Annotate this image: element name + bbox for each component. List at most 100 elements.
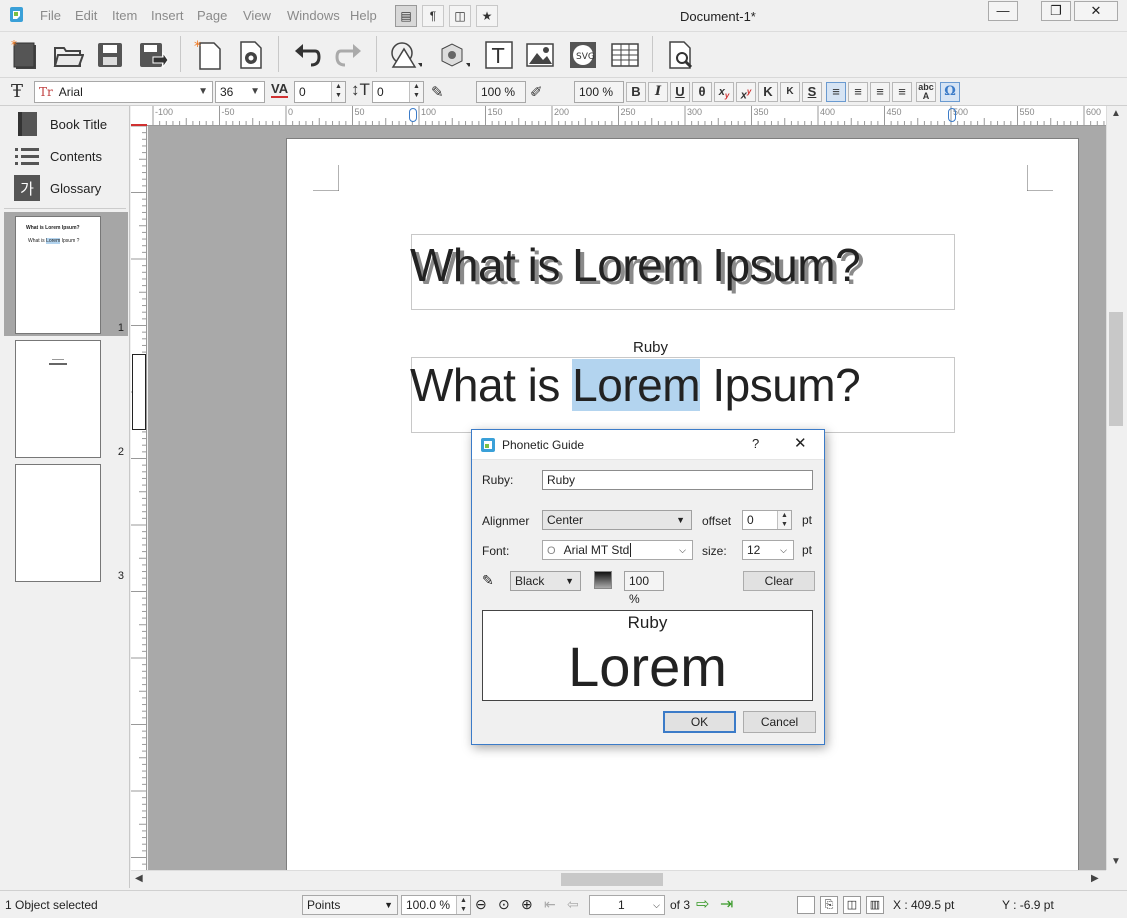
units-select[interactable]: Points ▼: [302, 895, 398, 915]
page-thumbnail-2[interactable]: 2: [4, 336, 128, 460]
tracking-input[interactable]: 0 ▲ ▼: [294, 81, 346, 103]
special-character-button[interactable]: Ω: [940, 82, 960, 102]
menu-item[interactable]: Item: [112, 8, 137, 23]
ruby-button[interactable]: abc A: [916, 82, 936, 102]
sidebar-item-book-title[interactable]: Book Title: [14, 110, 128, 138]
fill-color-picker-icon[interactable]: ✎: [431, 83, 444, 101]
first-page-icon[interactable]: ⇤: [544, 896, 556, 913]
font-size-select[interactable]: 36 ▼: [215, 81, 265, 103]
horizontal-ruler[interactable]: -100 -50 0 50 100 150 200 250 300 350 400 450 500 550…: [131, 106, 1106, 126]
subscript-button[interactable]: xy: [714, 82, 734, 102]
selected-text[interactable]: Lorem: [572, 359, 701, 411]
zoom-input[interactable]: 100.0 % ▲ ▼: [401, 895, 471, 915]
alignment-select[interactable]: Center ▼: [542, 510, 692, 530]
menu-insert[interactable]: Insert: [151, 8, 184, 23]
ruby-color-swatch[interactable]: [594, 571, 612, 589]
ruby-color-select[interactable]: Black ▼: [510, 571, 581, 591]
vertical-scrollbar[interactable]: ▲ ▼: [1106, 106, 1124, 870]
size-select[interactable]: 12 ⌵: [742, 540, 794, 560]
offset-input[interactable]: 0 ▲ ▼: [742, 510, 792, 530]
strikethrough-button[interactable]: θ: [692, 82, 712, 102]
redo-icon[interactable]: [332, 38, 366, 72]
zoom-in-icon[interactable]: ⊕: [521, 896, 533, 913]
align-justify-button[interactable]: ≡: [892, 82, 912, 102]
book-view-icon[interactable]: ⎘: [820, 896, 838, 914]
page-settings-icon[interactable]: [234, 38, 268, 72]
stroke-color-picker-icon[interactable]: ✐: [530, 83, 543, 101]
ruby-line-text[interactable]: What is Lorem Ipsum?: [410, 358, 861, 412]
preview-icon[interactable]: [664, 38, 698, 72]
zoom-out-icon[interactable]: ⊖: [475, 896, 487, 913]
bold-button[interactable]: B: [626, 82, 646, 102]
minimize-button[interactable]: —: [988, 1, 1018, 21]
fill-opacity-select[interactable]: 100 %: [476, 81, 526, 103]
page-number-select[interactable]: 1 ⌵: [589, 895, 665, 915]
media-3d-icon[interactable]: [436, 38, 470, 72]
open-folder-icon[interactable]: [51, 38, 85, 72]
right-indent-marker[interactable]: [948, 108, 956, 122]
zoom-spinner[interactable]: ▲ ▼: [456, 896, 470, 914]
baseline-input[interactable]: 0 ▲ ▼: [372, 81, 424, 103]
text-box-icon[interactable]: T: [482, 38, 516, 72]
scroll-right-icon[interactable]: ▶: [1091, 873, 1099, 884]
zoom-fit-icon[interactable]: ⊙: [498, 896, 510, 913]
ruby-color-picker-icon[interactable]: ✎: [482, 572, 494, 589]
menu-windows[interactable]: Windows: [287, 8, 340, 23]
page-thumbnail-1[interactable]: What is Lorem Ipsum? What is Lorem Ipsum…: [4, 212, 128, 336]
text-frame-heading[interactable]: What is Lorem Ipsum?: [410, 234, 955, 310]
undo-icon[interactable]: [290, 38, 324, 72]
align-center-button[interactable]: ≡: [848, 82, 868, 102]
last-page-icon[interactable]: ⇥: [720, 894, 733, 914]
close-icon[interactable]: ✕: [794, 434, 807, 452]
page-thumbnail-3[interactable]: 3: [4, 460, 128, 584]
bookmark-view-button[interactable]: ★: [476, 5, 498, 27]
new-page-icon[interactable]: *: [192, 38, 226, 72]
paragraph-marks-button[interactable]: ¶: [422, 5, 444, 27]
offset-spinner[interactable]: ▲ ▼: [777, 511, 791, 529]
tracking-spinner[interactable]: ▲ ▼: [331, 82, 345, 102]
vertical-scroll-thumb[interactable]: [1109, 312, 1123, 426]
help-button[interactable]: ?: [752, 436, 759, 451]
menu-edit[interactable]: Edit: [75, 8, 97, 23]
all-caps-button[interactable]: K: [758, 82, 778, 102]
left-indent-marker[interactable]: [409, 108, 417, 122]
menu-view[interactable]: View: [243, 8, 271, 23]
superscript-button[interactable]: xy: [736, 82, 756, 102]
vertical-ruler[interactable]: [131, 126, 147, 870]
font-select[interactable]: O Arial MT Std ⌵: [542, 540, 693, 560]
ruby-input[interactable]: Ruby: [542, 470, 813, 490]
menu-help[interactable]: Help: [350, 8, 377, 23]
sidebar-item-glossary[interactable]: 가 Glossary: [14, 174, 128, 202]
close-window-button[interactable]: ✕: [1074, 1, 1118, 21]
menu-file[interactable]: File: [40, 8, 61, 23]
stroke-opacity-select[interactable]: 100 %: [574, 81, 624, 103]
save-icon[interactable]: [93, 38, 127, 72]
spread-view-icon[interactable]: ◫: [843, 896, 861, 914]
table-icon[interactable]: [608, 38, 642, 72]
scroll-left-icon[interactable]: ◀: [135, 873, 143, 884]
image-icon[interactable]: [523, 38, 557, 72]
svg-icon[interactable]: SVG: [566, 38, 600, 72]
ok-button[interactable]: OK: [663, 711, 736, 733]
horizontal-scroll-thumb[interactable]: [561, 873, 663, 886]
align-left-button[interactable]: ≡: [826, 82, 846, 102]
sidebar-item-contents[interactable]: Contents: [14, 142, 128, 170]
clear-button[interactable]: Clear: [743, 571, 815, 591]
layout-view-button[interactable]: ▤: [395, 5, 417, 27]
font-name-select[interactable]: Tr Arial ▼: [34, 81, 213, 103]
previous-page-icon[interactable]: ⇦: [567, 896, 579, 913]
multi-spread-view-icon[interactable]: ▥: [866, 896, 884, 914]
new-book-icon[interactable]: *: [8, 38, 42, 72]
menu-page[interactable]: Page: [197, 8, 227, 23]
shadow-text-button[interactable]: S: [802, 82, 822, 102]
baseline-spinner[interactable]: ▲ ▼: [409, 82, 423, 102]
next-page-icon[interactable]: ⇨: [696, 894, 709, 914]
text-frame-ruby[interactable]: What is Lorem Ipsum?: [410, 357, 955, 433]
heading-text[interactable]: What is Lorem Ipsum?: [410, 238, 861, 292]
italic-button[interactable]: I: [648, 82, 668, 102]
spread-view-button[interactable]: ◫: [449, 5, 471, 27]
export-icon[interactable]: [136, 38, 170, 72]
scroll-up-icon[interactable]: ▲: [1111, 108, 1121, 119]
single-page-view-icon[interactable]: [797, 896, 815, 914]
cancel-button[interactable]: Cancel: [743, 711, 816, 733]
